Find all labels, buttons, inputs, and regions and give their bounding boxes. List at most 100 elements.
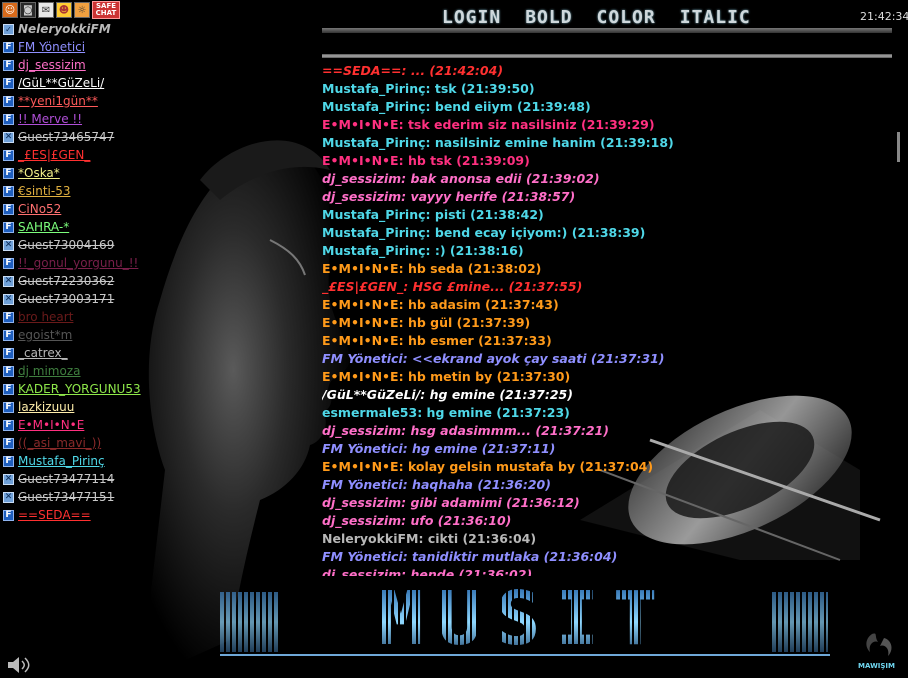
chat-message: Mustafa_Pirinç: nasilsiniz emine hanim (… [322, 135, 674, 150]
user-list-item[interactable]: F FM Yönetici [0, 38, 150, 56]
member-f-icon: F [3, 419, 14, 431]
chat-message: E•M•I•N•E: hb esmer (21:37:33) [322, 333, 552, 348]
chat-message: E•M•I•N•E: hb adasim (21:37:43) [322, 297, 559, 312]
emoticons-icon[interactable]: ☼ [74, 2, 90, 18]
user-list-item[interactable]: F €sinti-53 [0, 182, 150, 200]
user-name[interactable]: FM Yönetici [18, 40, 85, 54]
member-f-icon: F [3, 41, 14, 53]
user-list-item[interactable]: ✕ Guest73004169 [0, 236, 150, 254]
user-name[interactable]: **yeni1gün** [18, 94, 98, 108]
user-name[interactable]: dj_sessizim [18, 58, 86, 72]
messages-icon[interactable]: ✉ [38, 2, 54, 18]
user-list-item[interactable]: F Mustafa_Pirinç [0, 452, 150, 470]
chat-message: E•M•I•N•E: kolay gelsin mustafa by (21:3… [322, 459, 654, 474]
user-list-item[interactable]: F ((_asi_mavi_)) [0, 434, 150, 452]
user-list-item[interactable]: F _£ES|£GEN_ [0, 146, 150, 164]
user-name[interactable]: lazkizuuu [18, 400, 74, 414]
member-f-icon: F [3, 383, 14, 395]
color-button[interactable]: COLOR [597, 7, 656, 28]
user-list-item[interactable]: ✓ NeleryokkiFM [0, 20, 150, 38]
user-list-item[interactable]: Fdj_sessizim [0, 56, 150, 74]
chat-scrollbar[interactable] [897, 62, 903, 572]
user-name[interactable]: E•M•I•N•E [18, 418, 84, 432]
user-name[interactable]: egoist*m [18, 328, 72, 342]
member-f-icon: F [3, 347, 14, 359]
italic-button[interactable]: ITALIC [680, 7, 751, 28]
user-name[interactable]: !! Merve !! [18, 112, 82, 126]
user-list-item[interactable]: F/GüL**GüZeLi/ [0, 74, 150, 92]
user-name[interactable]: !!_gonul_yorgunu_!! [18, 256, 138, 270]
user-name[interactable]: Guest73477114 [18, 472, 114, 486]
user-name[interactable]: ==SEDA== [18, 508, 91, 522]
user-list-item[interactable]: F _catrex_ [0, 344, 150, 362]
user-name[interactable]: CiNo52 [18, 202, 61, 216]
member-f-icon: F [3, 329, 14, 341]
user-list-item[interactable]: F !! Merve !! [0, 110, 150, 128]
user-list-item[interactable]: ✕ Guest73465747 [0, 128, 150, 146]
user-name[interactable]: Guest73477151 [18, 490, 114, 504]
user-name[interactable]: €sinti-53 [18, 184, 70, 198]
user-name[interactable]: Mustafa_Pirinç [18, 454, 105, 468]
user-name[interactable]: bro heart [18, 310, 73, 324]
chat-message: Mustafa_Pirinç: bend eiiym (21:39:48) [322, 99, 591, 114]
user-name[interactable]: SAHRA-* [18, 220, 69, 234]
chat-message: ==SEDA==: ... (21:42:04) [322, 63, 504, 78]
chat-message: dj_sessizim: ufo (21:36:10) [322, 513, 512, 528]
user-list-item[interactable]: F CiNo52 [0, 200, 150, 218]
chat-message: FM Yönetici: haqhaha (21:36:20) [322, 477, 551, 492]
member-f-icon: F [3, 311, 14, 323]
format-menu: LOGIN BOLD COLOR ITALIC [442, 7, 751, 28]
user-name[interactable]: dj mimoza [18, 364, 80, 378]
user-list-item[interactable]: Fegoist*m [0, 326, 150, 344]
user-list-item[interactable]: F ==SEDA== [0, 506, 150, 524]
checkmark-icon: ✓ [3, 23, 14, 35]
user-list-item[interactable]: F KADER_YORGUNU53 [0, 380, 150, 398]
user-list-item[interactable]: F !!_gonul_yorgunu_!! [0, 254, 150, 272]
guest-x-icon: ✕ [3, 239, 14, 251]
user-list-item[interactable]: F E•M•I•N•E [0, 416, 150, 434]
user-name[interactable]: Guest72230362 [18, 274, 114, 288]
user-name[interactable]: Guest73003171 [18, 292, 114, 306]
user-list-item[interactable]: Flazkizuuu [0, 398, 150, 416]
chat-message: esmermale53: hg emine (21:37:23) [322, 405, 570, 420]
top-toolbar: ☺ ◙ ✉ ☻ ☼ SAFE CHAT [0, 0, 120, 20]
member-f-icon: F [3, 95, 14, 107]
smiley-icon[interactable]: ☻ [56, 2, 72, 18]
user-list-item[interactable]: ✕ Guest73477114 [0, 470, 150, 488]
user-name[interactable]: *Oska* [18, 166, 60, 180]
user-list-item[interactable]: ✕ Guest73477151 [0, 488, 150, 506]
member-f-icon: F [3, 455, 14, 467]
user-name[interactable]: KADER_YORGUNU53 [18, 382, 141, 396]
user-list-item[interactable]: Fdj mimoza [0, 362, 150, 380]
member-f-icon: F [3, 203, 14, 215]
webcam-icon[interactable]: ◙ [20, 2, 36, 18]
safe-chat-button[interactable]: SAFE CHAT [92, 1, 120, 19]
user-list-item[interactable]: Fbro heart [0, 308, 150, 326]
chat-message: E•M•I•N•E: tsk ederim siz nasilsiniz (21… [322, 117, 655, 132]
clock: 21:42:34 [860, 10, 908, 23]
brand-logo: MUSIT [220, 586, 830, 658]
user-name[interactable]: Guest73465747 [18, 130, 114, 144]
site-logo-text: MAWIŞIM [858, 662, 896, 670]
chat-message: Mustafa_Pirinç: :) (21:38:16) [322, 243, 524, 258]
scroll-thumb[interactable] [897, 132, 900, 162]
user-list-item[interactable]: F *Oska* [0, 164, 150, 182]
user-list-item[interactable]: F SAHRA-* [0, 218, 150, 236]
login-button[interactable]: LOGIN [442, 7, 501, 28]
user-name[interactable]: ((_asi_mavi_)) [18, 436, 101, 450]
user-list-item[interactable]: F **yeni1gün** [0, 92, 150, 110]
user-list-item[interactable]: ✕ Guest73003171 [0, 290, 150, 308]
bold-button[interactable]: BOLD [525, 7, 572, 28]
chat-message: _£ES|£GEN_: HSG £mine... (21:37:55) [322, 279, 583, 294]
user-name[interactable]: NeleryokkiFM [18, 22, 111, 36]
user-list-item[interactable]: ✕ Guest72230362 [0, 272, 150, 290]
member-f-icon: F [3, 437, 14, 449]
user-name[interactable]: /GüL**GüZeLi/ [18, 76, 104, 90]
user-name[interactable]: _catrex_ [18, 346, 68, 360]
user-name[interactable]: _£ES|£GEN_ [18, 148, 90, 162]
user-list: ✓ NeleryokkiFM F FM Yönetici Fdj_sessizim F/G… [0, 20, 150, 524]
users-icon[interactable]: ☺ [2, 2, 18, 18]
user-name[interactable]: Guest73004169 [18, 238, 114, 252]
member-f-icon: F [3, 365, 14, 377]
speaker-icon[interactable] [6, 656, 32, 674]
